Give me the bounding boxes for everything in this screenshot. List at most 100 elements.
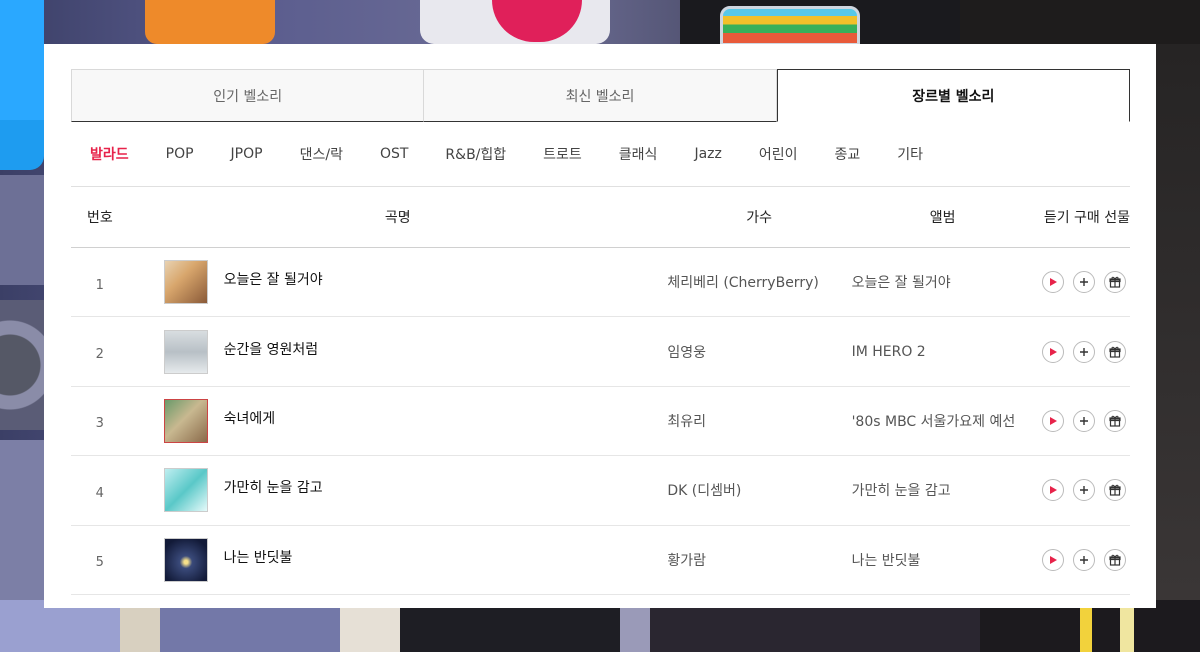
header-artist: 가수 — [746, 210, 772, 226]
buy-button[interactable] — [1073, 340, 1095, 363]
table-header: 번호 곡명 가수 앨범 듣기 구매 선물 — [71, 187, 1130, 248]
gift-button[interactable] — [1104, 409, 1126, 432]
row-num: 2 — [95, 347, 104, 363]
row-artist[interactable]: DK (디셈버) — [667, 480, 851, 500]
header-title: 곡명 — [384, 210, 411, 226]
background-dark-top — [960, 0, 1200, 44]
row-artist[interactable]: 임영웅 — [667, 342, 851, 362]
album-art[interactable] — [163, 537, 208, 582]
row-actions — [1034, 409, 1130, 432]
play-icon — [1050, 486, 1057, 495]
ringtone-tabs: 인기 벨소리 최신 벨소리 장르별 벨소리 — [71, 69, 1130, 122]
header-album: 앨범 — [929, 210, 956, 226]
row-title-cell: 오늘은 잘 될거야 — [129, 260, 668, 305]
genre-etc[interactable]: 기타 — [897, 144, 923, 164]
genre-ost[interactable]: OST — [380, 146, 408, 162]
row-actions — [1034, 271, 1130, 294]
play-button[interactable] — [1042, 409, 1064, 432]
wallet-icon — [720, 6, 860, 46]
genre-pop[interactable]: POP — [166, 146, 194, 162]
song-title[interactable]: 숙녀에게 — [224, 408, 276, 428]
gift-icon — [1109, 415, 1121, 427]
row-actions — [1034, 479, 1130, 502]
album-art[interactable] — [163, 329, 208, 374]
header-num: 번호 — [86, 210, 113, 226]
plus-icon — [1080, 486, 1088, 495]
tab-genre[interactable]: 장르별 벨소리 — [776, 69, 1130, 122]
row-title-cell: 가만히 눈을 감고 — [129, 468, 668, 513]
play-icon — [1050, 555, 1057, 564]
buy-button[interactable] — [1073, 271, 1095, 294]
row-actions — [1034, 340, 1130, 363]
row-artist[interactable]: 체리베리 (CherryBerry) — [667, 272, 851, 292]
play-icon — [1050, 278, 1057, 287]
genre-jpop[interactable]: JPOP — [231, 146, 263, 162]
genre-dance-rock[interactable]: 댄스/락 — [300, 144, 343, 164]
table-row: 1 오늘은 잘 될거야 체리베리 (CherryBerry) 오늘은 잘 될거야 — [71, 248, 1130, 318]
song-title[interactable]: 오늘은 잘 될거야 — [224, 269, 323, 289]
row-album[interactable]: '80s MBC 서울가요제 예선 — [852, 411, 1034, 431]
play-button[interactable] — [1042, 479, 1064, 502]
row-album[interactable]: IM HERO 2 — [852, 344, 1034, 360]
song-title[interactable]: 가만히 눈을 감고 — [224, 477, 323, 497]
gift-button[interactable] — [1104, 479, 1126, 502]
genre-trot[interactable]: 트로트 — [543, 144, 582, 164]
plus-icon — [1080, 347, 1088, 356]
song-title[interactable]: 순간을 영원처럼 — [224, 339, 319, 359]
play-button[interactable] — [1042, 340, 1064, 363]
row-num: 5 — [95, 555, 104, 571]
app-tile-gray — [0, 175, 44, 285]
song-title[interactable]: 나는 반딧불 — [224, 547, 293, 567]
gift-icon — [1109, 276, 1121, 288]
gift-icon — [1109, 346, 1121, 358]
row-actions — [1034, 548, 1130, 571]
genre-kids[interactable]: 어린이 — [759, 144, 798, 164]
album-art[interactable] — [163, 468, 208, 513]
play-icon — [1050, 347, 1057, 356]
app-tile-settings — [0, 440, 44, 600]
plus-icon — [1080, 278, 1088, 287]
play-button[interactable] — [1042, 271, 1064, 294]
row-num: 1 — [95, 277, 104, 293]
buy-button[interactable] — [1073, 409, 1095, 432]
row-title-cell: 순간을 영원처럼 — [129, 329, 668, 374]
genre-jazz[interactable]: Jazz — [694, 146, 721, 162]
row-album[interactable]: 오늘은 잘 될거야 — [852, 272, 1034, 292]
row-num: 3 — [95, 416, 104, 432]
row-artist[interactable]: 황가람 — [667, 550, 851, 570]
play-button[interactable] — [1042, 548, 1064, 571]
table-row: 3 숙녀에게 최유리 '80s MBC 서울가요제 예선 — [71, 387, 1130, 457]
app-tile-blue-top — [0, 0, 44, 120]
row-artist[interactable]: 최유리 — [667, 411, 851, 431]
row-album[interactable]: 가만히 눈을 감고 — [852, 480, 1034, 500]
row-title-cell: 나는 반딧불 — [129, 537, 668, 582]
gift-icon — [1109, 554, 1121, 566]
gift-button[interactable] — [1104, 340, 1126, 363]
genre-ballad[interactable]: 발라드 — [90, 144, 129, 164]
settings-gear-icon — [0, 300, 44, 430]
genre-filter-bar: 발라드 POP JPOP 댄스/락 OST R&B/힙합 트로트 클래식 Jaz… — [71, 122, 1130, 187]
table-row: 4 가만히 눈을 감고 DK (디셈버) 가만히 눈을 감고 — [71, 456, 1130, 526]
header-actions: 듣기 구매 선물 — [1043, 210, 1131, 226]
play-icon — [1050, 416, 1057, 425]
plus-icon — [1080, 555, 1088, 564]
album-art[interactable] — [163, 398, 208, 443]
buy-button[interactable] — [1073, 548, 1095, 571]
row-album[interactable]: 나는 반딧불 — [852, 550, 1034, 570]
gift-button[interactable] — [1104, 271, 1126, 294]
genre-classical[interactable]: 클래식 — [619, 144, 658, 164]
album-art[interactable] — [163, 260, 208, 305]
genre-religion[interactable]: 종교 — [834, 144, 860, 164]
genre-rnb-hiphop[interactable]: R&B/힙합 — [445, 144, 506, 164]
row-num: 4 — [95, 485, 104, 501]
gift-button[interactable] — [1104, 548, 1126, 571]
tab-popular[interactable]: 인기 벨소리 — [71, 69, 425, 122]
ringtone-content: 인기 벨소리 최신 벨소리 장르별 벨소리 발라드 POP JPOP 댄스/락 … — [71, 69, 1130, 595]
plus-icon — [1080, 416, 1088, 425]
gift-icon — [1109, 485, 1121, 496]
ringtone-panel: 인기 벨소리 최신 벨소리 장르별 벨소리 발라드 POP JPOP 댄스/락 … — [44, 44, 1156, 608]
buy-button[interactable] — [1073, 479, 1095, 502]
background-dark-right — [1156, 44, 1200, 600]
table-row: 5 나는 반딧불 황가람 나는 반딧불 — [71, 526, 1130, 595]
tab-latest[interactable]: 최신 벨소리 — [424, 69, 777, 122]
